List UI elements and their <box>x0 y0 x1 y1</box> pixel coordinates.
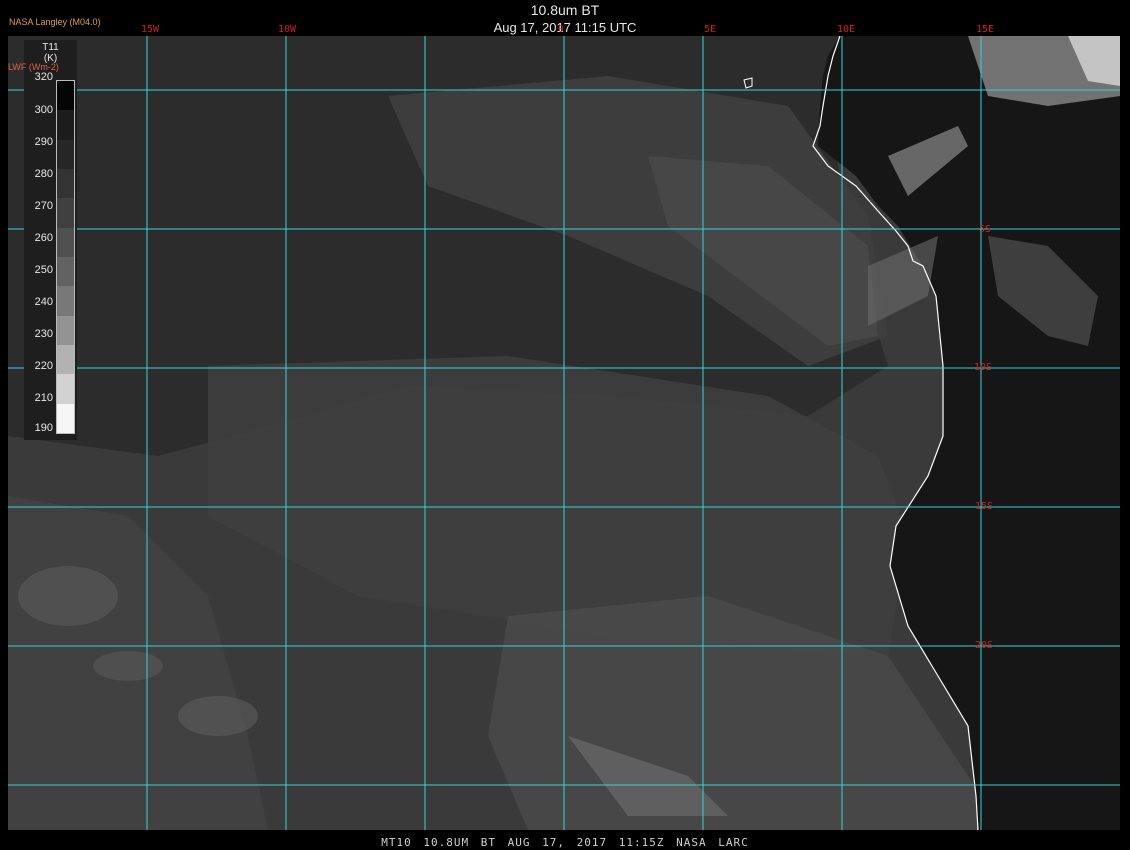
footer-caption: MT10 10.8UM BT AUG 17, 2017 11:15Z NASA … <box>381 836 749 849</box>
legend-color-step <box>57 286 74 316</box>
legend-color-step <box>57 198 74 228</box>
satellite-imagery <box>8 36 1120 830</box>
lat-label-20s: 20S <box>975 640 994 651</box>
lat-label-10s: 10S <box>974 362 993 373</box>
lon-label-10w: 10W <box>278 24 297 35</box>
legend-color-step <box>57 227 74 257</box>
lon-label-15e: 15E <box>976 24 995 35</box>
legend-color-step <box>57 374 74 404</box>
legend-title: T11 (K) <box>24 42 77 64</box>
legend-color-step <box>57 81 74 111</box>
legend-tick: 230 <box>34 328 53 340</box>
image-datetime: Aug 17, 2017 11:15 UTC <box>493 20 637 35</box>
lwf-label: LWF (Wm-2) <box>8 62 59 72</box>
legend-tick: 290 <box>34 136 53 148</box>
color-legend: T11 (K) 320 300 290 280 270 260 250 240 … <box>24 40 77 440</box>
legend-tick: 270 <box>34 200 53 212</box>
legend-tick: 240 <box>34 296 53 308</box>
legend-tick: 190 <box>34 422 53 434</box>
legend-tick: 320 <box>34 71 53 83</box>
lon-label-10e: 10E <box>837 24 856 35</box>
image-title: 10.8um BT Aug 17, 2017 11:15 UTC <box>0 2 1130 36</box>
legend-tick: 260 <box>34 232 53 244</box>
legend-color-bar <box>56 80 75 434</box>
legend-color-step <box>57 403 74 433</box>
lon-label-5e: 5E <box>704 24 717 35</box>
legend-color-step <box>57 139 74 169</box>
legend-tick: 220 <box>34 360 53 372</box>
legend-color-step <box>57 168 74 199</box>
legend-color-step <box>57 315 74 345</box>
legend-variable: T11 <box>42 42 59 53</box>
lon-label-15w: 15W <box>141 24 160 35</box>
satellite-image <box>8 36 1120 830</box>
lat-label-5s: 5S <box>979 224 992 235</box>
legend-color-step <box>57 256 74 287</box>
lat-label-15s: 15S <box>975 501 994 512</box>
credit-label: NASA Langley (M04.0) <box>9 17 101 27</box>
legend-tick: 300 <box>34 104 53 116</box>
legend-tick: 250 <box>34 264 53 276</box>
lon-label-0: 0 <box>558 24 565 35</box>
legend-color-step <box>57 344 74 375</box>
legend-tick: 210 <box>34 392 53 404</box>
legend-tick: 280 <box>34 168 53 180</box>
legend-color-step <box>57 110 74 140</box>
product-title: 10.8um BT <box>530 2 600 18</box>
